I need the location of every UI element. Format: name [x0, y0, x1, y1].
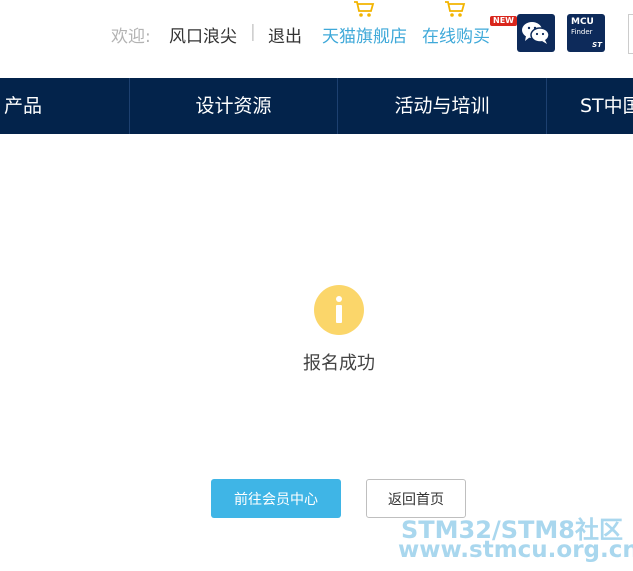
watermark-url: www.stmcu.org.cn — [398, 537, 633, 563]
new-badge: NEW — [490, 16, 517, 26]
go-to-member-center-button[interactable]: 前往会员中心 — [211, 479, 341, 518]
info-glyph — [336, 296, 342, 323]
nav-item-design-resources[interactable]: 设计资源 — [130, 78, 337, 134]
wechat-button[interactable] — [517, 14, 555, 52]
wechat-icon — [522, 22, 550, 44]
nav-item-products[interactable]: 产品 — [4, 78, 42, 134]
welcome-label: 欢迎: — [111, 27, 151, 47]
nav-divider — [546, 78, 547, 134]
search-box-edge[interactable] — [628, 14, 633, 54]
online-purchase-link[interactable]: 在线购买 — [422, 22, 490, 47]
mcu-finder-sublabel: Finder — [571, 28, 593, 36]
top-bar: 欢迎: 风口浪尖 | 退出 天猫旗舰店 在线购买 NEW MCU Finder … — [0, 0, 633, 78]
mcu-finder-button[interactable]: MCU Finder ST — [567, 14, 605, 52]
st-logo-icon: ST — [592, 41, 602, 49]
username[interactable]: 风口浪尖 — [169, 22, 237, 47]
info-icon — [314, 285, 364, 335]
tmall-store-link[interactable]: 天猫旗舰店 — [322, 22, 407, 47]
shopping-cart-icon — [354, 1, 375, 17]
header-separator: | — [250, 22, 256, 42]
nav-item-events-training[interactable]: 活动与培训 — [338, 78, 546, 134]
logout-link[interactable]: 退出 — [268, 22, 302, 47]
success-message: 报名成功 — [303, 353, 375, 374]
mcu-finder-label: MCU — [571, 17, 594, 27]
shopping-cart-icon — [445, 1, 466, 17]
main-nav: 产品 设计资源 活动与培训 ST中国 — [0, 78, 633, 134]
nav-item-st-china[interactable]: ST中国 — [580, 78, 633, 134]
